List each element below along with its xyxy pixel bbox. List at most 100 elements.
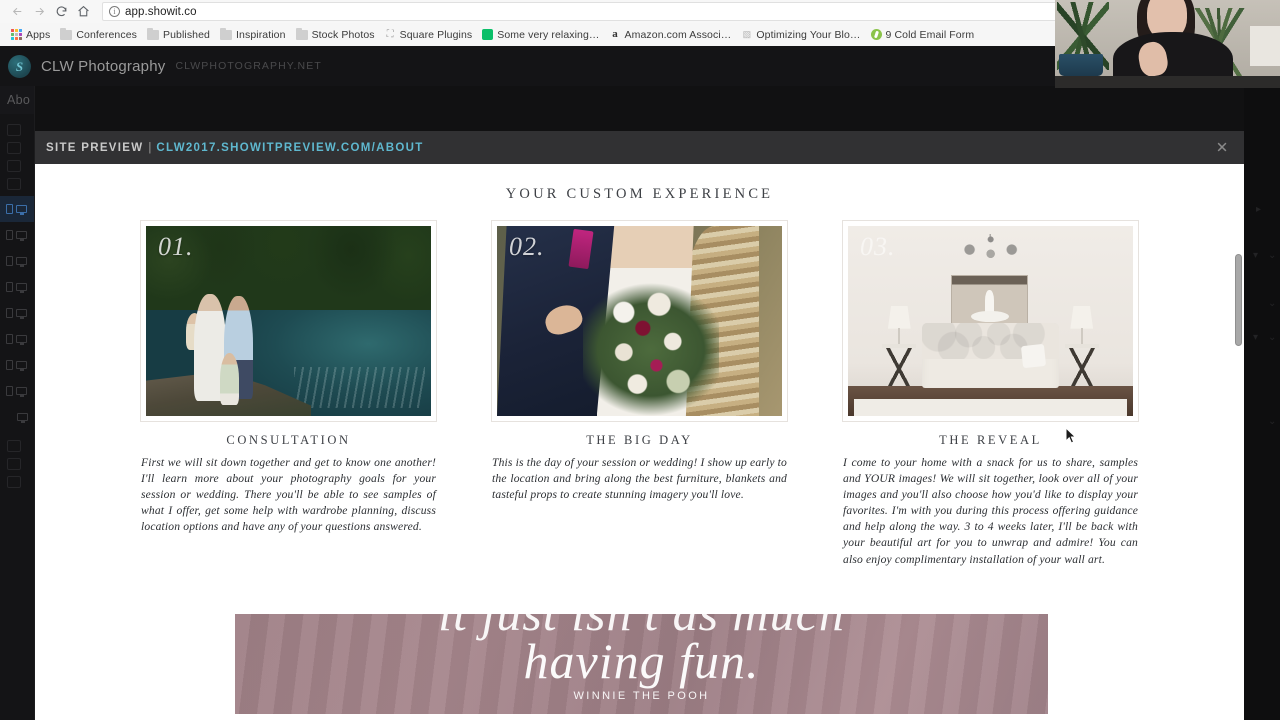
monitor-icon — [17, 413, 28, 423]
forward-icon[interactable] — [28, 2, 50, 22]
wall-panel — [1250, 26, 1280, 66]
preview-label: SITE PREVIEW — [46, 141, 144, 154]
bookmark-stock-photos[interactable]: Stock Photos — [293, 25, 382, 45]
bookmark-label: Published — [162, 28, 211, 41]
bouquet — [582, 283, 720, 416]
sidebar-bottom-tools — [0, 430, 34, 488]
info-glyph: i — [113, 6, 116, 16]
panel-mark-icon: ▸ — [1256, 204, 1262, 215]
monitor-icon — [16, 205, 27, 215]
phone-icon — [6, 204, 13, 214]
showit-app: S CLW Photography CLWPHOTOGRAPHY.NET Abo — [0, 46, 1280, 720]
bookmark-apps[interactable]: Apps — [8, 25, 57, 45]
bookmark-optimizing-your-blog[interactable]: ▧ Optimizing Your Blo… — [738, 25, 867, 45]
bookmark-label: Square Plugins — [399, 28, 473, 41]
preview-canvas: YOUR CUSTOM EXPERIENCE 01. CONSULTATION … — [35, 164, 1244, 720]
sidebar-tool-icon[interactable] — [7, 178, 21, 190]
close-icon[interactable]: ✕ — [1214, 140, 1230, 155]
phone-icon — [6, 360, 13, 370]
bookmark-published[interactable]: Published — [144, 25, 217, 45]
monitor-icon — [16, 361, 27, 371]
sidebar-tool-icon[interactable] — [7, 476, 21, 488]
sidebar-canvas-row[interactable] — [0, 378, 34, 404]
right-panel: ▸ ▾ ⌄ ⌄ ▾ ⌄ ⌄ — [1244, 86, 1280, 720]
sidebar-tool-icon[interactable] — [7, 440, 21, 452]
logo-glyph: S — [15, 58, 24, 74]
sidebar-canvas-row[interactable] — [0, 248, 34, 274]
water-ripple — [294, 366, 426, 409]
screen-root: i app.showit.co Apps Conferences Publish… — [0, 0, 1280, 720]
site-info-icon[interactable]: i — [109, 6, 120, 17]
folder-icon — [60, 27, 73, 40]
child-figure — [220, 353, 239, 405]
page-title: YOUR CUSTOM EXPERIENCE — [505, 186, 774, 202]
back-icon[interactable] — [6, 2, 28, 22]
mouse-cursor — [1065, 426, 1077, 450]
site-name: CLW Photography — [41, 57, 166, 75]
tufted-sofa — [922, 322, 1059, 388]
bookmark-label: Optimizing Your Blo… — [756, 28, 861, 41]
green-circle-icon — [870, 29, 882, 40]
site-domain: CLWPHOTOGRAPHY.NET — [175, 60, 322, 72]
sidebar-canvas-row[interactable] — [0, 300, 34, 326]
area-rug — [853, 398, 1128, 416]
bookmark-some-very-relaxing[interactable]: Some very relaxing… — [479, 25, 606, 45]
folder-icon — [146, 27, 159, 40]
experience-cards: 01. CONSULTATION First we will sit down … — [35, 221, 1244, 568]
phone-icon — [6, 282, 13, 292]
home-icon[interactable] — [72, 2, 94, 22]
preview-url[interactable]: CLW2017.SHOWITPREVIEW.COM/ABOUT — [156, 142, 423, 154]
card-body: This is the day of your session or weddi… — [492, 456, 787, 502]
panel-mark-icon: ⌄ — [1268, 250, 1277, 261]
page-icon: ▧ — [742, 29, 752, 39]
bookmark-cold-email-formulas[interactable]: 9 Cold Email Form — [868, 25, 982, 45]
panel-mark-icon: ⌄ — [1268, 298, 1277, 309]
card-number: 03. — [860, 232, 896, 261]
site-preview-overlay: SITE PREVIEW | CLW2017.SHOWITPREVIEW.COM… — [35, 131, 1244, 720]
bookmark-square-plugins[interactable]: ⛶ Square Plugins — [382, 25, 480, 45]
card-title: THE BIG DAY — [586, 433, 693, 447]
sidebar-canvas-row[interactable] — [0, 404, 34, 430]
card-consultation: 01. CONSULTATION First we will sit down … — [141, 221, 436, 568]
quote-attribution: WINNIE THE POOH — [573, 690, 710, 702]
sidebar-page-label: Abo — [0, 86, 34, 114]
bookmark-conferences[interactable]: Conferences — [57, 25, 144, 45]
bookmark-label: Apps — [26, 28, 51, 41]
preview-scrollbar[interactable] — [1235, 254, 1242, 346]
table-lamp — [1070, 305, 1094, 344]
sidebar-top-tools — [0, 114, 34, 190]
quote-line-2: having fun. — [523, 633, 760, 689]
bookmark-amazon-associates[interactable]: a Amazon.com Associ… — [607, 25, 739, 45]
card-body: First we will sit down together and get … — [141, 456, 436, 534]
card-the-big-day: 02. THE BIG DAY This is the day of your … — [492, 221, 787, 568]
monitor-icon — [16, 231, 27, 241]
phone-icon — [6, 308, 13, 318]
bookmark-label: Conferences — [76, 28, 137, 41]
card-image[interactable]: 02. — [492, 221, 787, 421]
folder-icon — [295, 27, 308, 40]
phone-icon — [6, 334, 13, 344]
panel-mark-icon: ⌄ — [1268, 416, 1277, 427]
folder-icon — [220, 27, 233, 40]
sidebar-tool-icon[interactable] — [7, 458, 21, 470]
chandelier-icon — [959, 233, 1022, 264]
sidebar-canvas-row[interactable] — [0, 222, 34, 248]
showit-logo-icon[interactable]: S — [8, 54, 31, 78]
sidebar-tool-icon[interactable] — [7, 124, 21, 136]
card-image[interactable]: 03. — [843, 221, 1138, 421]
card-the-reveal: 03. THE REVEAL I come to your home with … — [843, 221, 1138, 568]
sidebar-canvas-row-selected[interactable] — [0, 196, 34, 222]
bookmark-inspiration[interactable]: Inspiration — [217, 25, 293, 45]
bookmark-label: 9 Cold Email Form — [885, 28, 975, 41]
sidebar-tool-icon[interactable] — [7, 160, 21, 172]
quote-banner: it just isn't as much having fun. WINNIE… — [235, 614, 1048, 714]
sidebar-canvas-row[interactable] — [0, 274, 34, 300]
plant-pot-left — [1059, 54, 1103, 76]
table-lamp — [887, 305, 911, 344]
reload-icon[interactable] — [50, 2, 72, 22]
sidebar-canvas-row[interactable] — [0, 326, 34, 352]
card-image[interactable]: 01. — [141, 221, 436, 421]
sidebar-tool-icon[interactable] — [7, 142, 21, 154]
sidebar-canvas-row[interactable] — [0, 352, 34, 378]
left-sidebar: Abo — [0, 86, 35, 720]
